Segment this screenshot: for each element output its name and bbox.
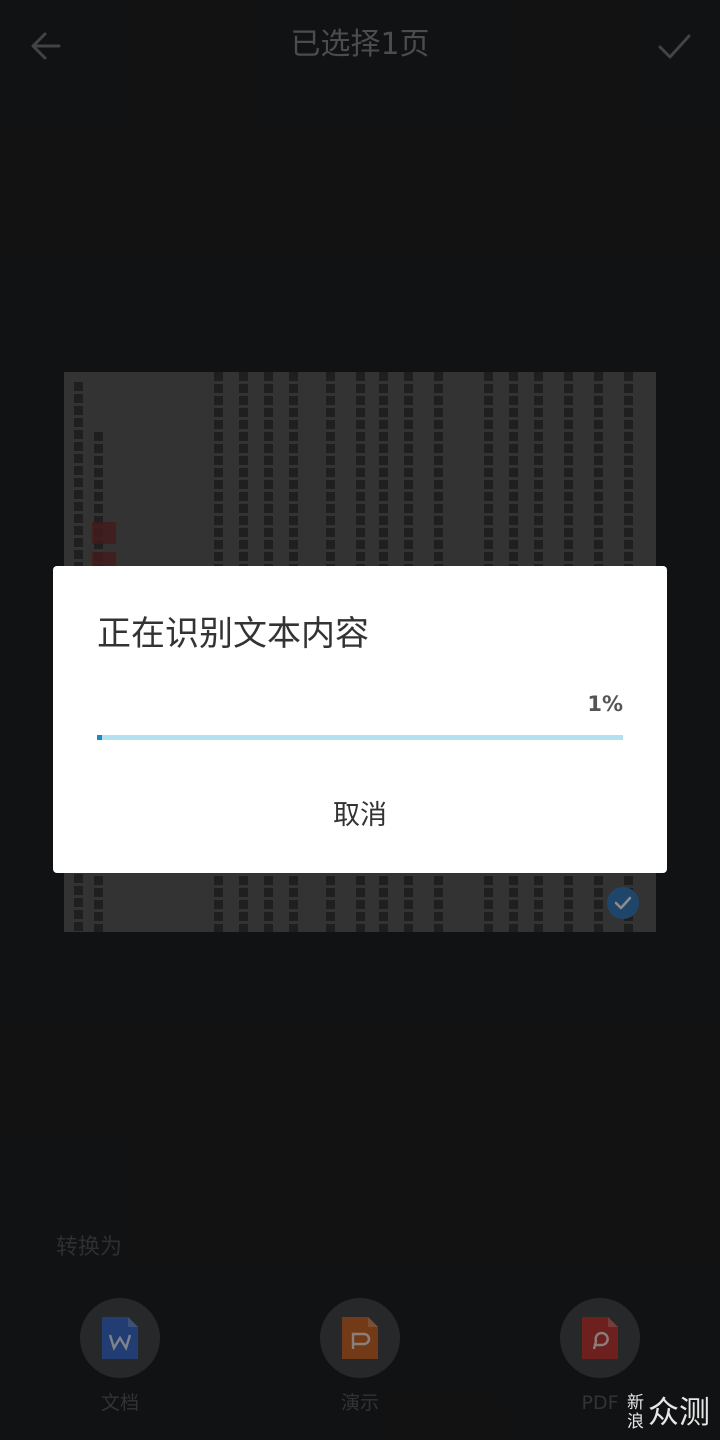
progress-dialog: 正在识别文本内容 1% 取消 [53, 566, 667, 873]
cancel-button[interactable]: 取消 [260, 788, 460, 844]
watermark-char: 浪 [627, 1412, 644, 1432]
watermark: 新 浪 众测 [627, 1394, 710, 1432]
watermark-small: 新 浪 [627, 1394, 644, 1432]
dialog-title: 正在识别文本内容 [97, 614, 369, 654]
progress-bar-fill [97, 735, 103, 740]
progress-bar [97, 735, 623, 740]
screen: 已选择1页 转换为 文档 演示 PDF 正在识别文本内容 1% 取消 新 浪 众… [0, 0, 720, 1440]
watermark-text: 众测 [648, 1395, 710, 1431]
progress-percent: 1% [587, 692, 623, 716]
watermark-char: 新 [627, 1393, 644, 1413]
